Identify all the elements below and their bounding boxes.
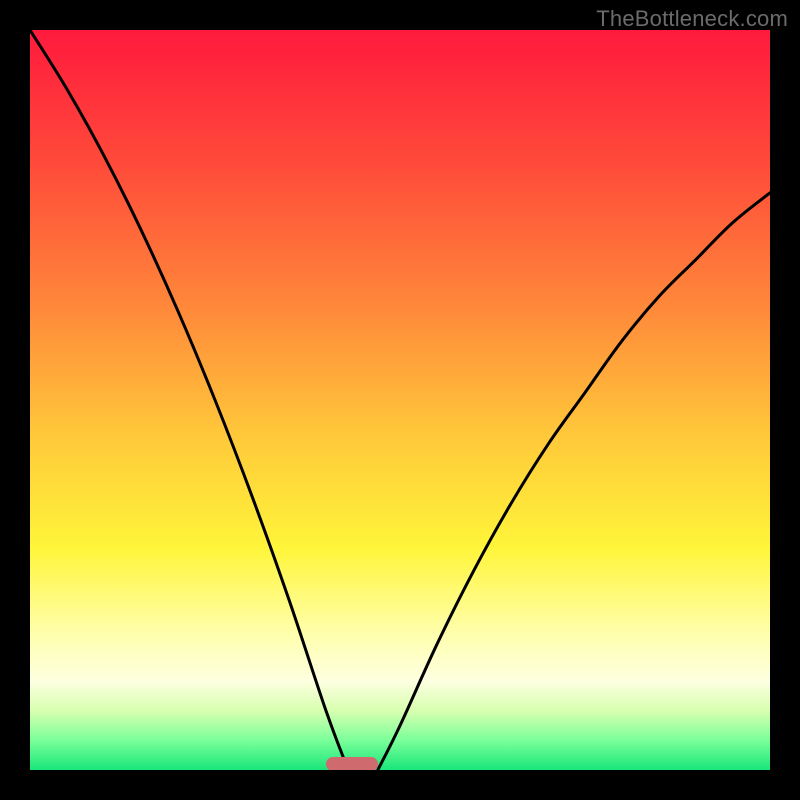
chart-frame: TheBottleneck.com [0, 0, 800, 800]
optimum-marker [326, 757, 378, 770]
right-curve [378, 193, 770, 770]
left-curve [30, 30, 348, 770]
watermark-text: TheBottleneck.com [596, 6, 788, 32]
plot-area [30, 30, 770, 770]
curve-layer [30, 30, 770, 770]
